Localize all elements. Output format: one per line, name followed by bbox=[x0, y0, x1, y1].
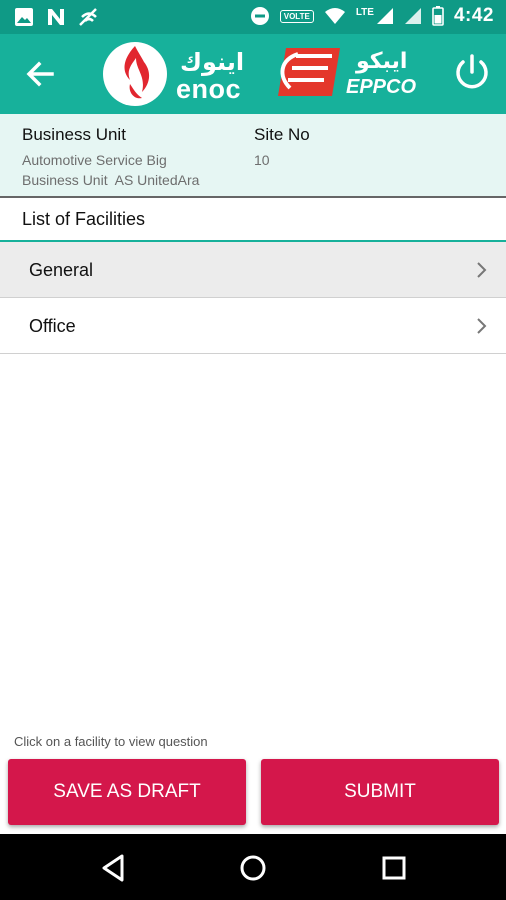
facility-label: General bbox=[29, 260, 94, 280]
status-left-icons bbox=[14, 7, 100, 27]
arrow-left-icon[interactable] bbox=[22, 56, 58, 92]
site-info-panel: Business Unit Automotive Service Big Bus… bbox=[0, 114, 506, 198]
site-no-value: 10 bbox=[254, 152, 270, 168]
submit-button[interactable]: SUBMIT bbox=[261, 759, 499, 825]
facilities-list-title: List of Facilities bbox=[22, 209, 146, 229]
clock: 4:42 bbox=[453, 5, 494, 26]
eppco-logo: ايبكو EPPCO bbox=[272, 46, 422, 102]
power-icon[interactable] bbox=[452, 52, 492, 92]
chevron-right-icon bbox=[477, 262, 487, 278]
site-no-label: Site No bbox=[254, 125, 310, 144]
signal-off-icon bbox=[79, 8, 97, 26]
cell-signal-icon bbox=[404, 8, 421, 24]
chevron-right-icon bbox=[477, 318, 487, 334]
n-icon bbox=[48, 9, 64, 25]
hint-text: Click on a facility to view question bbox=[14, 734, 208, 749]
enoc-logo: اينوك enoc bbox=[102, 40, 252, 108]
enoc-arabic-name: اينوك bbox=[180, 49, 245, 76]
battery-icon bbox=[432, 6, 444, 26]
enoc-name: enoc bbox=[176, 74, 242, 104]
status-right-icons: VOLTE LTE 4:42 bbox=[250, 5, 494, 27]
business-unit-value-line2: Business Unit AS UnitedAra bbox=[22, 172, 200, 188]
image-icon bbox=[15, 8, 33, 26]
recents-square-icon[interactable] bbox=[378, 852, 410, 884]
eppco-arabic-name: ايبكو bbox=[356, 48, 408, 73]
business-unit-value-line1: Automotive Service Big bbox=[22, 152, 167, 168]
eppco-name: EPPCO bbox=[346, 76, 417, 98]
system-nav-bar bbox=[0, 834, 506, 900]
eppco-emblem-icon bbox=[278, 48, 340, 96]
dnd-icon bbox=[250, 7, 269, 25]
enoc-flame-icon bbox=[103, 42, 167, 106]
facility-label: Office bbox=[29, 316, 76, 336]
volte-badge: VOLTE bbox=[279, 9, 314, 23]
save-as-draft-button[interactable]: SAVE AS DRAFT bbox=[8, 759, 246, 825]
facility-item-general[interactable]: General bbox=[0, 242, 506, 298]
wifi-icon bbox=[324, 8, 345, 24]
back-triangle-icon[interactable] bbox=[98, 852, 130, 884]
business-unit-label: Business Unit bbox=[22, 125, 126, 144]
status-bar: VOLTE LTE 4:42 bbox=[0, 0, 506, 34]
network-type: LTE bbox=[355, 6, 374, 18]
home-circle-icon[interactable] bbox=[237, 852, 269, 884]
cell-signal-icon bbox=[376, 8, 393, 24]
app-bar: اينوك enoc ايبكو EPPCO bbox=[0, 34, 506, 114]
facility-item-office[interactable]: Office bbox=[0, 298, 506, 354]
